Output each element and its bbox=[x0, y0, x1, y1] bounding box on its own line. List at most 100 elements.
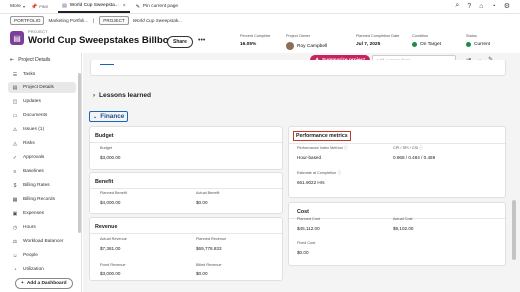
sidebar-item-hours[interactable]: ◷ Hours bbox=[8, 222, 76, 233]
info-icon[interactable]: ⓘ bbox=[337, 171, 341, 175]
field-value: 0.968 / 0.484 / 0.469 bbox=[393, 155, 436, 160]
card-title: Budget bbox=[95, 133, 114, 139]
sidebar-item-label: Project Details bbox=[23, 85, 54, 90]
card-title: Cost bbox=[297, 209, 309, 215]
apps-icon[interactable]: ⌂ bbox=[479, 3, 483, 10]
lessons-learned-section[interactable]: › Lessons learned bbox=[93, 92, 151, 99]
collapse-icon[interactable]: ⇤ bbox=[10, 57, 14, 63]
sidebar-item-workload-balancer[interactable]: ⚖ Workload Balancer bbox=[8, 236, 76, 247]
main-scrollbar[interactable] bbox=[512, 200, 516, 260]
share-button[interactable]: Share bbox=[167, 36, 193, 48]
field-value[interactable]: $0.00 bbox=[297, 250, 309, 255]
sidebar-scrollbar[interactable] bbox=[78, 73, 81, 233]
sidebar-item-label: Utilization bbox=[23, 267, 44, 272]
sidebar-item-issues[interactable]: ⚠ Issues (1) bbox=[8, 124, 76, 135]
sidebar-item-baselines[interactable]: ≡ Baselines bbox=[8, 166, 76, 177]
separator-icon: | bbox=[93, 18, 95, 23]
field-label: Budget bbox=[100, 146, 113, 150]
pin-page-icon[interactable]: ✎ bbox=[136, 4, 140, 10]
sidebar-item-risks[interactable]: ◬ Risks bbox=[8, 138, 76, 149]
page-type-label: PROJECT bbox=[28, 30, 48, 34]
divider bbox=[90, 142, 284, 143]
section-title: Lessons learned bbox=[99, 92, 152, 99]
divider bbox=[90, 188, 284, 189]
field-label: Actual Cost bbox=[393, 217, 413, 221]
plus-icon: + bbox=[21, 281, 24, 286]
field-label: Actual Benefit bbox=[196, 191, 220, 195]
finance-section-header[interactable]: ⌄ Finance bbox=[89, 111, 129, 122]
close-icon[interactable]: × bbox=[123, 3, 126, 9]
tab-label: World Cup Sweepsta... bbox=[69, 3, 119, 8]
field-value[interactable]: $3,000.00 bbox=[100, 155, 120, 160]
sidebar-header[interactable]: ⇤ Project Details bbox=[10, 57, 50, 63]
baselines-icon: ≡ bbox=[13, 168, 17, 175]
sidebar-item-label: People bbox=[23, 253, 38, 258]
sidebar-item-label: Expenses bbox=[23, 211, 45, 216]
settings-icon[interactable]: ⚙ bbox=[504, 2, 510, 10]
field-value[interactable]: $3,000.00 bbox=[100, 271, 120, 276]
sidebar-item-label: Issues (1) bbox=[23, 127, 45, 132]
field-value: $45,112.00 bbox=[297, 226, 320, 231]
sidebar-item-project-details[interactable]: ▤ Project Details bbox=[8, 82, 76, 93]
pin-current-page[interactable]: Pin current page bbox=[143, 4, 178, 9]
divider bbox=[90, 233, 284, 234]
kpi-value: Current bbox=[474, 42, 490, 47]
kpi-planned-completion[interactable]: Planned Completion Date Jul 7, 2025 bbox=[356, 34, 399, 47]
previous-section-card bbox=[90, 60, 506, 76]
expenses-icon: ▣ bbox=[12, 210, 18, 217]
project-icon: ▤ bbox=[10, 31, 24, 45]
field-value: $0.00 bbox=[196, 200, 208, 205]
field-value: $9,102.00 bbox=[393, 226, 414, 231]
project-link[interactable]: World Cup Sweepstak... bbox=[133, 18, 182, 23]
search-icon[interactable]: ⌕ bbox=[455, 2, 459, 10]
kpi-value: Roy Campbell bbox=[297, 43, 328, 49]
more-menu[interactable]: More bbox=[10, 4, 21, 9]
kpi-condition[interactable]: Condition On Target bbox=[412, 34, 441, 47]
help-icon[interactable]: ? bbox=[467, 3, 471, 10]
info-icon[interactable]: ⓘ bbox=[344, 146, 348, 150]
add-dashboard-label: Add a Dashboard bbox=[26, 281, 67, 286]
sidebar: ⇤ Project Details ☰ Tasks ▤ Project Detail… bbox=[0, 53, 82, 292]
chevron-down-icon: ⌄ bbox=[93, 113, 98, 120]
field-value: 661.9022 Hrs bbox=[297, 180, 325, 185]
pins-label[interactable]: PINS bbox=[39, 5, 48, 9]
kpi-value: Jul 7, 2025 bbox=[356, 42, 381, 47]
sidebar-item-documents[interactable]: ▭ Documents bbox=[8, 110, 76, 121]
link-partial[interactable] bbox=[100, 62, 114, 65]
sidebar-item-label: Risks bbox=[23, 141, 35, 146]
tab-world-cup[interactable]: ▤ World Cup Sweepsta... × bbox=[58, 0, 130, 13]
field-label: Planned Cost bbox=[297, 217, 320, 221]
sidebar-item-tasks[interactable]: ☰ Tasks bbox=[8, 69, 76, 80]
kpi-project-owner[interactable]: Project Owner Roy Campbell bbox=[286, 34, 327, 50]
notifications-icon[interactable]: ◔ bbox=[491, 3, 495, 10]
cost-card: Cost Planned Cost $45,112.00 Actual Cost… bbox=[288, 202, 507, 266]
finance-toggle[interactable]: ⌄ Finance bbox=[89, 111, 129, 122]
field-value[interactable]: $4,000.00 bbox=[100, 200, 120, 205]
sidebar-item-people[interactable]: ☺ People bbox=[8, 250, 76, 261]
info-icon[interactable]: ⓘ bbox=[419, 146, 423, 150]
sidebar-item-billing-rates[interactable]: $ Billing Rates bbox=[8, 180, 76, 191]
section-title: Finance bbox=[100, 113, 125, 120]
field-value[interactable]: Hour-based bbox=[297, 155, 321, 160]
billing-records-icon: ▦ bbox=[12, 196, 18, 203]
portfolio-link[interactable]: Marketing Portfoli... bbox=[48, 18, 88, 23]
sidebar-item-expenses[interactable]: ▣ Expenses bbox=[8, 208, 76, 219]
sidebar-item-updates[interactable]: ◫ Updates bbox=[8, 96, 76, 107]
field-label: Performance Index Method ⓘ bbox=[297, 146, 348, 150]
field-label: CPI / SPI / CSI ⓘ bbox=[393, 146, 423, 150]
kpi-status[interactable]: Status Current bbox=[466, 34, 490, 47]
kpi-label: Percent Complete bbox=[240, 34, 271, 38]
sidebar-item-label: Tasks bbox=[23, 72, 36, 77]
sidebar-item-approvals[interactable]: ✓ Approvals bbox=[8, 152, 76, 163]
sidebar-item-billing-records[interactable]: ▦ Billing Records bbox=[8, 194, 76, 205]
chevron-down-icon[interactable]: ▾ bbox=[23, 4, 25, 9]
more-actions-icon[interactable]: ••• bbox=[198, 37, 205, 44]
updates-icon: ◫ bbox=[12, 98, 18, 105]
sidebar-item-label: Billing Records bbox=[23, 197, 55, 202]
top-bar: More ▾ 📌 PINS ▤ World Cup Sweepsta... × … bbox=[0, 0, 520, 14]
sidebar-item-utilization[interactable]: ◔ Utilization bbox=[8, 264, 76, 275]
sidebar-item-label: Approvals bbox=[23, 155, 45, 160]
add-dashboard-button[interactable]: + Add a Dashboard bbox=[15, 278, 73, 289]
sidebar-item-label: Billing Rates bbox=[23, 183, 50, 188]
breadcrumb: PORTFOLIO Marketing Portfoli... | PROJEC… bbox=[10, 16, 182, 25]
